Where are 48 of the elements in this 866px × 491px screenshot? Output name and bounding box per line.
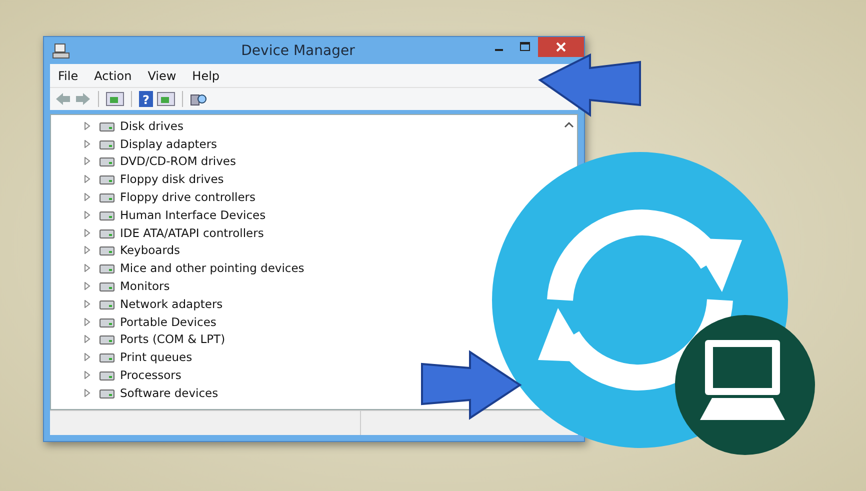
tree-item[interactable]: Print queues bbox=[120, 350, 192, 364]
tree-item[interactable]: Disk drives bbox=[120, 118, 184, 133]
tree-item[interactable]: Keyboards bbox=[120, 243, 180, 258]
tree-item[interactable]: Human Interface Devices bbox=[120, 208, 266, 222]
close-icon bbox=[556, 42, 566, 52]
expand-arrow-icon[interactable] bbox=[83, 228, 91, 237]
computer-icon bbox=[52, 42, 70, 58]
back-arrow-icon[interactable] bbox=[55, 92, 71, 106]
expand-arrow-icon[interactable] bbox=[83, 246, 91, 254]
scroll-up-icon[interactable] bbox=[564, 121, 574, 129]
menu-item[interactable]: Help bbox=[192, 68, 220, 82]
tree-item[interactable]: Software devices bbox=[120, 386, 218, 400]
tree-item[interactable]: Network adapters bbox=[120, 296, 223, 311]
expand-arrow-icon[interactable] bbox=[83, 335, 91, 344]
expand-arrow-icon[interactable] bbox=[83, 353, 91, 362]
tree-item[interactable]: DVD/CD-ROM drives bbox=[120, 154, 236, 168]
expand-arrow-icon[interactable] bbox=[83, 282, 91, 290]
expand-arrow-icon[interactable] bbox=[83, 122, 91, 130]
tree-item[interactable]: Processors bbox=[120, 368, 182, 382]
tree-item[interactable]: IDE ATA/ATAPI controllers bbox=[120, 226, 264, 240]
expand-arrow-icon[interactable] bbox=[83, 140, 91, 148]
minimize-icon bbox=[495, 49, 503, 51]
forward-arrow-icon[interactable] bbox=[75, 92, 91, 106]
expand-arrow-icon[interactable] bbox=[83, 388, 91, 397]
expand-arrow-icon[interactable] bbox=[83, 175, 91, 184]
menu-item[interactable]: View bbox=[148, 68, 176, 82]
panel-icon[interactable] bbox=[106, 92, 124, 106]
expand-arrow-icon[interactable] bbox=[83, 264, 91, 272]
expand-arrow-icon[interactable] bbox=[83, 157, 91, 166]
tree-item[interactable]: Floppy drive controllers bbox=[120, 190, 256, 204]
tree-item[interactable]: Floppy disk drives bbox=[120, 172, 224, 186]
tree-item[interactable]: Display adapters bbox=[120, 136, 218, 151]
tree-item[interactable]: Mice and other pointing devices bbox=[120, 261, 304, 276]
tree-item[interactable]: Portable Devices bbox=[120, 314, 216, 329]
expand-arrow-icon[interactable] bbox=[83, 193, 91, 202]
close-button[interactable] bbox=[538, 37, 584, 57]
expand-arrow-icon[interactable] bbox=[83, 210, 91, 219]
expand-arrow-icon[interactable] bbox=[83, 318, 91, 326]
tree-item[interactable]: Ports (COM & LPT) bbox=[120, 332, 226, 346]
expand-arrow-icon[interactable] bbox=[83, 300, 91, 308]
expand-arrow-icon[interactable] bbox=[83, 371, 91, 380]
tree-item[interactable]: Monitors bbox=[120, 279, 170, 294]
maximize-icon bbox=[520, 42, 530, 52]
menu-item[interactable]: Action bbox=[94, 68, 132, 82]
menu-item[interactable]: File bbox=[58, 68, 78, 82]
panel-icon[interactable] bbox=[157, 92, 175, 106]
window-title: Device Manager bbox=[240, 42, 356, 58]
help-icon[interactable]: ? bbox=[139, 91, 153, 107]
